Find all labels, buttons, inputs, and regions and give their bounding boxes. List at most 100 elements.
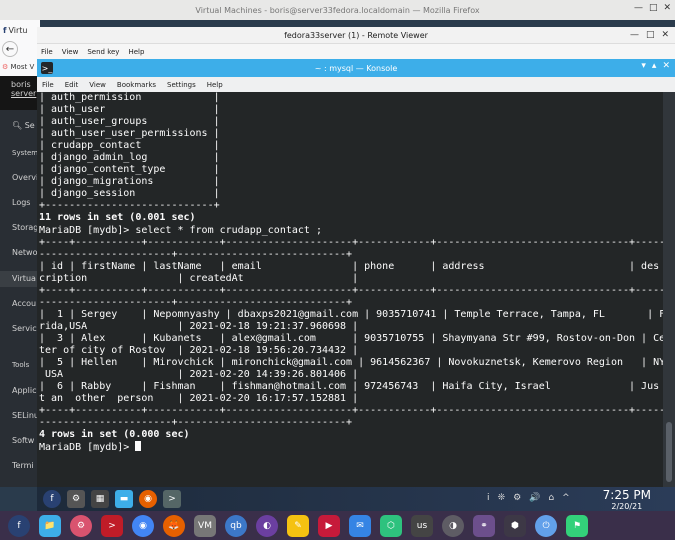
terminal-line: | crudapp_contact | [39,140,220,152]
close-icon[interactable]: ✕ [661,30,669,40]
files-icon[interactable]: 📁 [39,514,61,537]
system-tray: i ❊ ⚙ 🔊 ⌂ ^ [487,493,570,503]
terminal-line: t an other person | 2021-02-20 16:17:57.… [39,393,359,405]
notes-icon[interactable]: ✎ [287,514,309,537]
maximize-icon[interactable]: □ [649,3,658,13]
updates-icon[interactable]: ⚑ [566,514,588,537]
keyboard-layout-icon[interactable]: us [411,514,433,537]
network-icon[interactable]: ⚭ [473,514,495,537]
volume-icon[interactable]: 🔊 [529,493,540,503]
terminal-line: MariaDB [mydb]> select * from crudapp_co… [39,224,322,236]
sidebar-item-accounts[interactable]: Accou [12,299,36,308]
chrome-icon[interactable]: ◉ [132,514,154,537]
close-icon[interactable]: ✕ [663,3,671,13]
menu-settings[interactable]: Settings [167,81,196,89]
terminal-line: | 1 | Sergey | Nepomnyashy | dbaxps2021@… [39,308,663,320]
scrollbar-thumb[interactable] [666,422,672,482]
tray-expand-icon[interactable]: ^ [562,493,570,503]
terminal-output[interactable]: | auth_permission | | auth_user | | auth_u… [37,92,663,487]
terminal-line: | 5 | Hellen | Mirovchick | mironchick@g… [39,357,663,369]
sidebar-item-software-updates[interactable]: Softw [12,436,34,445]
clock-date: 2/20/21 [611,502,643,511]
host-user: boris [11,80,31,89]
dolphin-icon[interactable]: ▬ [115,490,133,508]
terminal-line: | django_session | [39,188,220,200]
terminal-line: | django_content_type | [39,164,220,176]
eclipse-icon[interactable]: ◐ [256,514,278,537]
qbittorrent-icon[interactable]: qb [225,514,247,537]
back-button[interactable]: ← [2,41,18,57]
host-switcher[interactable]: boris server [0,76,40,110]
firefox-title: Virtual Machines - boris@server33fedora.… [195,5,480,15]
sidebar-item-selinux[interactable]: SELinu [12,411,39,420]
info-icon[interactable]: i [487,493,490,503]
panel-clock[interactable]: 7:25 PM 2/20/21 [603,488,651,511]
sidebar-item-services[interactable]: Servic [12,324,37,333]
power-icon[interactable]: ⏻ [535,514,557,537]
menu-file[interactable]: File [42,81,54,89]
close-icon[interactable]: ✕ [662,61,670,71]
sidebar-item-networking[interactable]: Netwo [12,248,37,257]
vpn-icon[interactable]: ⬡ [380,514,402,537]
firefox-icon[interactable]: 🦊 [163,514,185,537]
sidebar-item-virtual-machines[interactable]: Virtua [0,271,40,287]
terminal-icon[interactable]: > [101,514,123,537]
menu-edit[interactable]: Edit [65,81,79,89]
media-player-icon[interactable]: ▶ [318,514,340,537]
search-icon: 🔍︎ [12,121,23,130]
bookmark-icon: ⚙ [2,63,11,71]
menu-send-key[interactable]: Send key [87,48,119,56]
minimize-icon[interactable]: — [630,30,639,40]
bookmark-most-visited[interactable]: ⚙ Most V [2,63,34,71]
menu-help[interactable]: Help [128,48,144,56]
terminal-line: +----------------------------+ [39,200,220,212]
terminal-line: | django_migrations | [39,176,220,188]
sidebar-item-logs[interactable]: Logs [12,198,30,207]
konsole-menubar: File Edit View Bookmarks Settings Help [37,77,675,92]
system-settings-icon[interactable]: ⚙ [67,490,85,508]
network-icon[interactable]: ⌂ [548,493,554,503]
mail-icon[interactable]: ✉ [349,514,371,537]
application-launcher-icon[interactable]: f [43,490,61,508]
discover-icon[interactable]: ▦ [91,490,109,508]
minimize-icon[interactable]: — [634,3,643,13]
remote-viewer-title: fedora33server (1) - Remote Viewer [284,30,428,40]
menu-view[interactable]: View [62,48,79,56]
fedora-icon[interactable]: f [8,514,30,537]
konsole-title: ~ : mysql — Konsole [314,63,398,73]
terminal-line: USA | 2021-02-20 14:39:26.801406 | [39,369,359,381]
firefox-tab[interactable]: f Virtu [0,22,40,38]
terminal-line: +----+-----------+------------+---------… [39,284,663,296]
terminal-cursor [135,441,142,452]
sidebar-item-applications[interactable]: Applic [12,386,36,395]
sidebar-search[interactable]: 🔍︎ Se [12,121,35,130]
terminal-line: | auth_user | [39,104,220,116]
settings-icon[interactable]: ⚙ [513,493,521,503]
host-name: server [11,89,37,98]
terminal-line: rida,USA | 2021-02-18 19:21:37.960698 | [39,320,359,332]
settings-icon[interactable]: ⚙ [70,514,92,537]
konsole-task-icon[interactable]: > [163,490,181,508]
menu-view[interactable]: View [89,81,106,89]
menu-help[interactable]: Help [207,81,223,89]
menu-file[interactable]: File [41,48,53,56]
sidebar-item-terminal[interactable]: Termi [12,461,34,470]
sidebar-item-overview[interactable]: Overvi [12,173,38,182]
menu-bookmarks[interactable]: Bookmarks [117,81,156,89]
bluetooth-icon[interactable]: ❊ [498,493,506,503]
sidebar-item-storage[interactable]: Storag [12,223,38,232]
terminal-line: 11 rows in set (0.001 sec) [39,212,196,224]
maximize-icon[interactable]: □ [646,30,655,40]
extensions-icon[interactable]: ⬢ [504,514,526,537]
remote-viewer-menubar: File View Send key Help [37,44,675,59]
terminal-line: | auth_user_groups | [39,116,220,128]
firefox-titlebar: Virtual Machines - boris@server33fedora.… [0,0,675,20]
terminal-scrollbar[interactable] [663,92,675,487]
theme-icon[interactable]: ◑ [442,514,464,537]
sidebar-heading-system: System [12,149,39,157]
virt-manager-icon[interactable]: VM [194,514,216,537]
maximize-icon[interactable]: ▴ [652,61,657,71]
minimize-icon[interactable]: ▾ [641,61,646,71]
firefox-icon[interactable]: ◉ [139,490,157,508]
fedora-icon: f [3,25,7,35]
